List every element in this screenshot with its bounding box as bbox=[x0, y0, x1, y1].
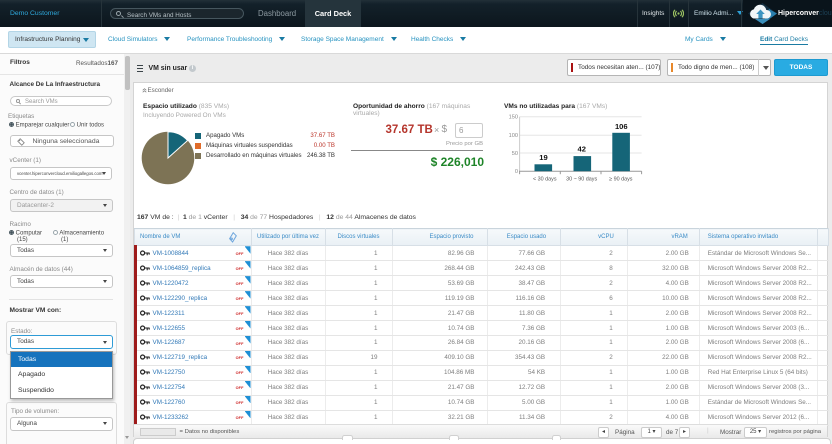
svg-text:≥ 90 days: ≥ 90 days bbox=[609, 177, 633, 183]
svg-text:106: 106 bbox=[615, 122, 628, 131]
svg-text:100: 100 bbox=[509, 133, 518, 139]
svg-text:150: 150 bbox=[509, 115, 518, 121]
svg-text:42: 42 bbox=[577, 144, 585, 153]
svg-text:19: 19 bbox=[539, 153, 547, 162]
svg-text:50: 50 bbox=[512, 151, 518, 157]
svg-text:30 ~ 90 days: 30 ~ 90 days bbox=[566, 177, 597, 183]
svg-text:< 30 days: < 30 days bbox=[533, 177, 557, 183]
svg-text:0: 0 bbox=[515, 169, 518, 175]
